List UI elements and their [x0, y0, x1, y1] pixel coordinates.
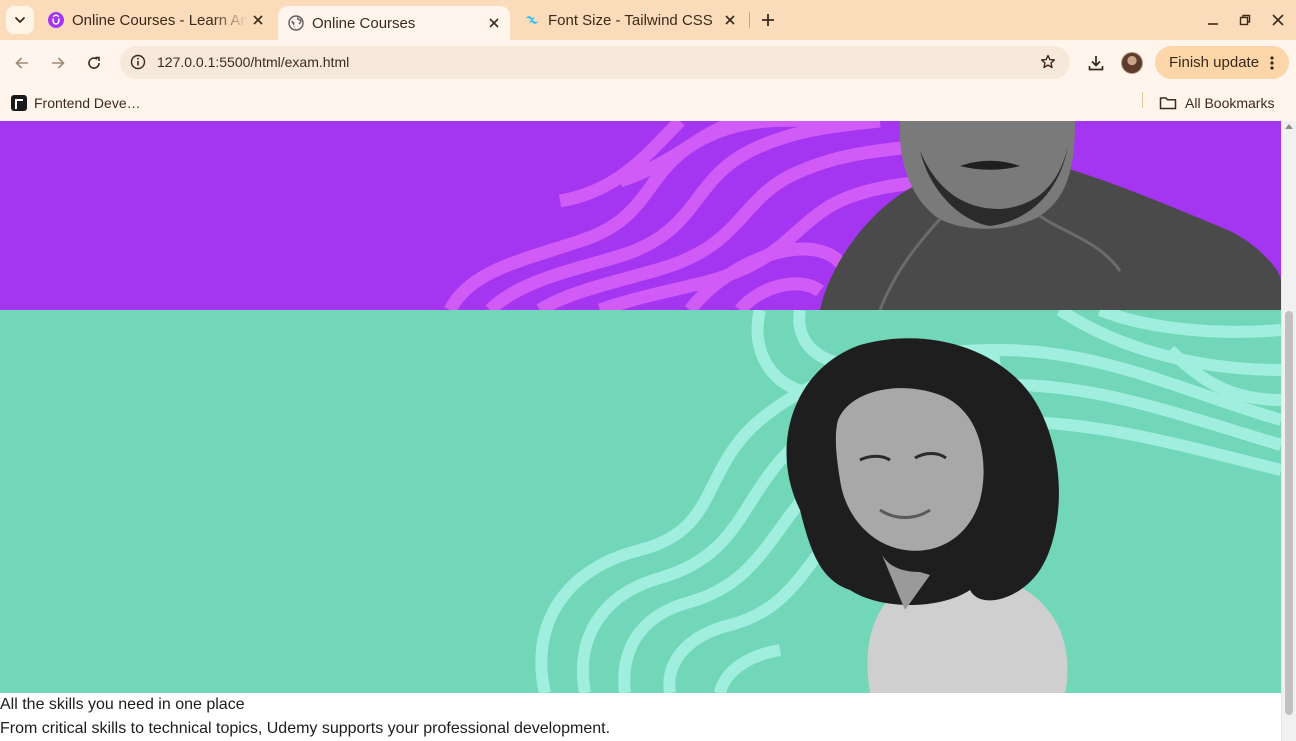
udemy-icon	[48, 12, 64, 28]
new-tab-button[interactable]	[756, 8, 780, 32]
reload-button[interactable]	[80, 49, 108, 77]
download-icon	[1088, 56, 1104, 71]
address-bar[interactable]: 127.0.0.1:5500/html/exam.html	[120, 46, 1070, 79]
bookmark-label: Frontend Deve…	[34, 95, 141, 111]
hero-banner-purple	[0, 121, 1281, 310]
page-scrollbar[interactable]	[1281, 121, 1296, 741]
scroll-up-arrow-icon[interactable]	[1285, 124, 1293, 129]
tab-online-courses[interactable]: Online Courses	[278, 6, 510, 40]
tailwind-icon	[524, 12, 540, 28]
tab-udemy[interactable]: Online Courses - Learn Anything, On Your…	[38, 6, 274, 34]
finish-update-label: Finish update	[1169, 54, 1260, 71]
close-icon[interactable]	[720, 10, 740, 30]
bookmark-frontend[interactable]: Frontend Deve…	[11, 92, 141, 114]
close-icon[interactable]	[484, 13, 504, 33]
browser-toolbar: 127.0.0.1:5500/html/exam.html Finish upd…	[0, 40, 1296, 86]
finish-update-button[interactable]: Finish update	[1155, 46, 1289, 79]
tab-strip: Online Courses - Learn Anything, On Your…	[0, 0, 1296, 40]
tab-separator	[749, 12, 750, 28]
tab-title: Online Courses	[312, 14, 416, 32]
photo-woman	[786, 338, 1068, 693]
folder-icon	[1159, 96, 1177, 110]
close-icon	[1272, 14, 1284, 26]
all-bookmarks-label: All Bookmarks	[1185, 95, 1275, 111]
page-viewport: All the skills you need in one place Fro…	[0, 121, 1281, 741]
downloads-button[interactable]	[1082, 49, 1110, 77]
section-headline: All the skills you need in one place	[0, 696, 245, 713]
bookmark-favicon-icon	[11, 95, 27, 111]
restore-button[interactable]	[1235, 10, 1255, 30]
minimize-icon	[1208, 23, 1218, 25]
tab-search-button[interactable]	[6, 6, 34, 34]
all-bookmarks-button[interactable]: All Bookmarks	[1159, 92, 1274, 114]
close-icon[interactable]	[248, 10, 268, 30]
window-close-button[interactable]	[1268, 10, 1288, 30]
info-icon[interactable]	[128, 52, 148, 72]
star-icon[interactable]	[1038, 52, 1058, 72]
forward-button[interactable]	[44, 49, 72, 77]
tab-title: Online Courses - Learn Anything, On Your…	[72, 11, 248, 29]
plus-icon	[762, 14, 774, 26]
bookmarks-bar: Frontend Deve… All Bookmarks	[0, 86, 1296, 121]
more-vert-icon[interactable]	[1265, 55, 1279, 71]
banner-image-purple	[444, 121, 1281, 310]
arrow-left-icon	[15, 57, 28, 69]
profile-avatar[interactable]	[1121, 52, 1143, 74]
tab-tailwind[interactable]: Font Size - Tailwind CSS	[514, 6, 746, 34]
chevron-down-icon	[15, 17, 25, 23]
scrollbar-thumb[interactable]	[1285, 311, 1293, 715]
reload-icon	[88, 56, 100, 69]
minimize-button[interactable]	[1203, 10, 1223, 30]
tab-title: Font Size - Tailwind CSS	[548, 11, 713, 29]
section-subline: From critical skills to technical topics…	[0, 720, 611, 737]
back-button[interactable]	[8, 49, 36, 77]
url-text[interactable]: 127.0.0.1:5500/html/exam.html	[157, 54, 349, 70]
arrow-right-icon	[52, 57, 65, 69]
globe-icon	[288, 15, 304, 31]
banner-image-teal	[535, 310, 1281, 693]
restore-icon	[1239, 14, 1251, 26]
bookmarks-divider	[1142, 92, 1143, 108]
hero-banner-teal	[0, 310, 1281, 693]
